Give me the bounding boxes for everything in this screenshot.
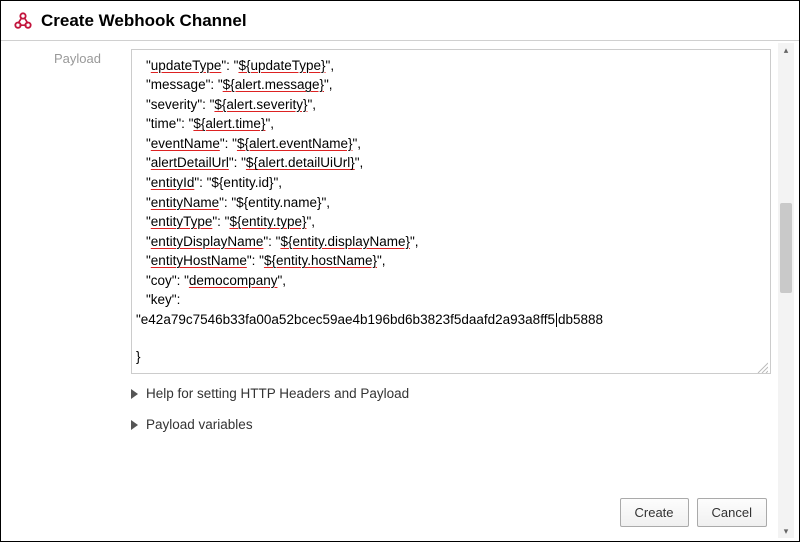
scroll-down-icon: ▾ (778, 524, 794, 538)
triangle-right-icon (131, 389, 138, 399)
dialog-scrollbar[interactable]: ▴ ▾ (778, 43, 794, 538)
dialog-title: Create Webhook Channel (41, 11, 247, 31)
expand-http-headers-help[interactable]: Help for setting HTTP Headers and Payloa… (131, 374, 771, 405)
payload-label: Payload (21, 49, 131, 488)
dialog-header: Create Webhook Channel (1, 1, 799, 41)
dialog-footer: Create Cancel (1, 488, 799, 541)
create-button[interactable]: Create (620, 498, 689, 527)
scroll-up-icon: ▴ (778, 43, 794, 57)
scroll-thumb[interactable] (780, 203, 792, 293)
form-column: conditionName : ${rule.conditionName} ,"… (131, 49, 771, 488)
expand-label: Payload variables (146, 417, 253, 432)
expand-payload-variables[interactable]: Payload variables (131, 405, 771, 436)
expand-label: Help for setting HTTP Headers and Payloa… (146, 386, 409, 401)
content-area: Payload conditionName : ${rule.condition… (1, 41, 799, 488)
webhook-icon (13, 11, 33, 31)
triangle-right-icon (131, 420, 138, 430)
dialog: Create Webhook Channel Payload condition… (0, 0, 800, 542)
payload-textarea[interactable]: conditionName : ${rule.conditionName} ,"… (131, 49, 771, 374)
cancel-button[interactable]: Cancel (697, 498, 767, 527)
